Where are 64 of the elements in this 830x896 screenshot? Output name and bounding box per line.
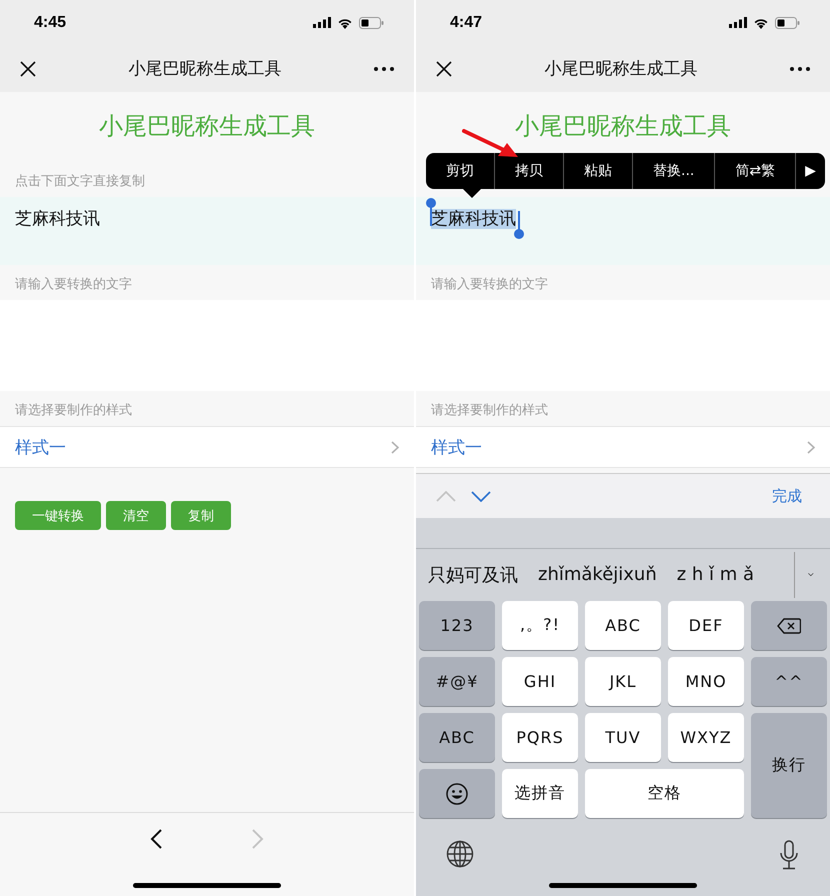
page-heading: 小尾巴昵称生成工具 (98, 111, 316, 142)
signal-icon (313, 17, 331, 28)
style-value: 样式一 (15, 436, 67, 458)
chevron-right-icon (391, 440, 399, 454)
back-icon[interactable] (150, 829, 162, 849)
keyboard-key[interactable]: MNO (668, 657, 744, 706)
selection-handle[interactable] (514, 211, 524, 239)
close-icon[interactable] (20, 60, 36, 76)
close-icon[interactable] (436, 60, 452, 76)
chevron-down-icon[interactable] (808, 570, 814, 579)
keyboard-key[interactable]: ,。?! (502, 601, 578, 650)
emoji-key[interactable] (419, 769, 495, 818)
candidate-word[interactable]: zhǐmǎkějixuň (538, 564, 657, 585)
style-value: 样式一 (431, 436, 483, 458)
keyboard-key[interactable]: 选拼音 (502, 769, 578, 818)
candidate-word[interactable]: z h ǐ m ǎ (676, 564, 754, 585)
style-select-row[interactable]: 样式一 (416, 426, 830, 468)
battery-icon (775, 16, 800, 28)
done-button[interactable]: 完成 (766, 486, 808, 506)
page-heading: 小尾巴昵称生成工具 (514, 111, 732, 142)
keyboard-key[interactable]: ABC (419, 713, 495, 762)
copy-hint: 点击下面文字直接复制 (15, 173, 145, 190)
menu-item[interactable]: ▶ (796, 153, 825, 189)
nav-title: 小尾巴昵称生成工具 (544, 58, 698, 80)
chevron-right-icon (807, 440, 815, 454)
keyboard-key[interactable]: #@¥ (419, 657, 495, 706)
menu-item[interactable]: 替换... (633, 153, 716, 189)
globe-icon[interactable] (446, 840, 474, 868)
status-time: 4:47 (450, 14, 484, 32)
input-label: 请输入要转换的文字 (431, 276, 548, 293)
signal-icon (729, 17, 747, 28)
keyboard-key[interactable]: ABC (585, 601, 661, 650)
result-text[interactable]: 芝麻科技讯 (431, 209, 516, 229)
status-time: 4:45 (34, 14, 68, 32)
menu-item[interactable]: 简⇄繁 (715, 153, 796, 189)
wifi-icon (753, 16, 769, 28)
candidate-word[interactable]: 只妈可及讯 (428, 562, 518, 586)
keyboard-key[interactable]: 123 (419, 601, 495, 650)
keyboard-key[interactable]: ^^ (751, 657, 827, 706)
menu-item[interactable]: 粘贴 (564, 153, 633, 189)
keyboard-key[interactable]: 空格 (585, 769, 744, 818)
more-icon[interactable] (790, 66, 810, 70)
input-label: 请输入要转换的文字 (15, 276, 132, 293)
keyboard-key[interactable]: DEF (668, 601, 744, 650)
keyboard-key[interactable]: PQRS (502, 713, 578, 762)
style-select-row[interactable]: 样式一 (0, 426, 414, 468)
delete-icon (777, 618, 801, 634)
keyboard-key[interactable]: GHI (502, 657, 578, 706)
style-label: 请选择要制作的样式 (431, 402, 548, 419)
result-area[interactable]: 芝麻科技讯 (0, 197, 414, 265)
keyboard-key[interactable]: 换行 (751, 713, 827, 818)
nav-title: 小尾巴昵称生成工具 (128, 58, 282, 80)
result-text[interactable]: 芝麻科技讯 (15, 209, 100, 229)
keyboard-key[interactable]: JKL (585, 657, 661, 706)
delete-key[interactable] (751, 601, 827, 650)
microphone-icon[interactable] (779, 840, 799, 870)
emoji-icon (446, 782, 468, 804)
more-icon[interactable] (374, 66, 394, 70)
battery-icon (359, 16, 384, 28)
style-label: 请选择要制作的样式 (15, 402, 132, 419)
result-area[interactable]: 芝麻科技讯 (416, 197, 830, 265)
keyboard-key[interactable]: TUV (585, 713, 661, 762)
keyboard-key[interactable]: WXYZ (668, 713, 744, 762)
wifi-icon (337, 16, 353, 28)
